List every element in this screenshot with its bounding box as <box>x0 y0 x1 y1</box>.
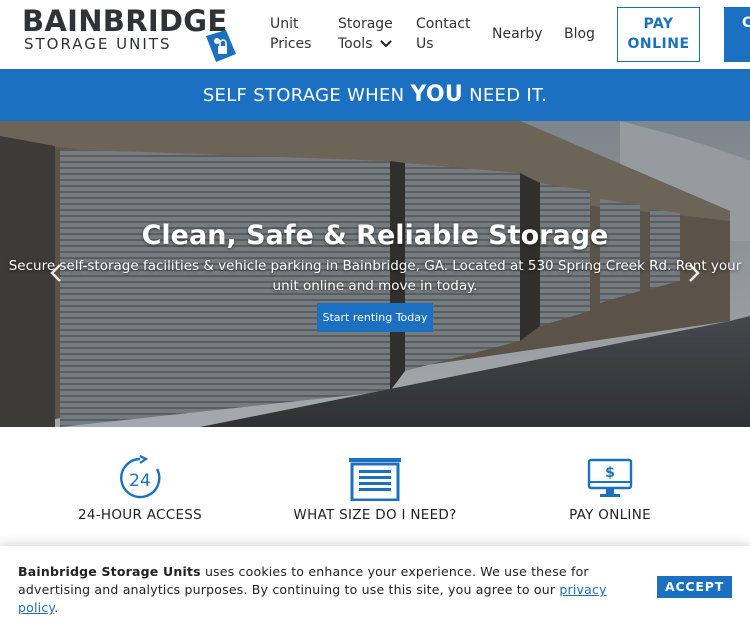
feature-pay-online[interactable]: $ PAY ONLINE <box>490 455 730 523</box>
clock-24-icon: 24 <box>120 455 161 499</box>
site-header: BAINBRIDGE STORAGE UNITS Unit Prices Sto… <box>0 0 750 69</box>
banner-emphasis: YOU <box>410 82 464 107</box>
banner-text-after: NEED IT. <box>463 85 548 106</box>
header-cta-button[interactable]: C U <box>724 7 750 62</box>
cookie-brand-name: Bainbridge Storage Units <box>18 564 201 579</box>
nav-blog[interactable]: Blog <box>564 24 595 44</box>
hero-slider: Clean, Safe & Reliable Storage Secure se… <box>0 121 750 427</box>
site-logo[interactable]: BAINBRIDGE STORAGE UNITS <box>22 6 250 62</box>
tagline-banner: SELF STORAGE WHEN YOU NEED IT. <box>0 69 750 121</box>
monitor-dollar-icon: $ <box>587 458 633 497</box>
hero-title: Clean, Safe & Reliable Storage <box>141 220 609 251</box>
nav-storage-tools[interactable]: Storage Tools <box>338 14 408 54</box>
cookie-message: Bainbridge Storage Units uses cookies to… <box>18 563 643 617</box>
pay-online-button[interactable]: PAY ONLINE <box>617 7 700 62</box>
feature-label: PAY ONLINE <box>569 507 651 523</box>
feature-label: 24-HOUR ACCESS <box>77 507 203 523</box>
feature-24-hour-access[interactable]: 24 24-HOUR ACCESS <box>20 455 260 523</box>
cookie-end-text: . <box>54 600 59 615</box>
chevron-down-icon <box>380 40 392 48</box>
accept-cookies-button[interactable]: ACCEPT <box>657 576 732 598</box>
logo-wordmark: BAINBRIDGE <box>22 4 228 38</box>
storage-door-icon <box>349 458 401 501</box>
carousel-prev-arrow-icon[interactable] <box>50 263 62 283</box>
cookie-consent-bar: Bainbridge Storage Units uses cookies to… <box>0 546 750 628</box>
carousel-next-arrow-icon[interactable] <box>688 263 700 283</box>
start-renting-button[interactable]: Start renting Today <box>317 303 433 332</box>
feature-what-size[interactable]: WHAT SIZE DO I NEED? <box>255 455 495 523</box>
nav-contact-us[interactable]: Contact Us <box>416 14 486 54</box>
monitor-dollar-icon-text: $ <box>605 465 615 481</box>
banner-text-before: SELF STORAGE WHEN <box>202 85 411 106</box>
feature-label: WHAT SIZE DO I NEED? <box>293 507 457 523</box>
nav-nearby[interactable]: Nearby <box>492 24 543 44</box>
logo-subtitle: STORAGE UNITS <box>24 35 172 53</box>
lock-tag-icon <box>206 30 236 62</box>
hero-subtitle: Secure self-storage facilities & vehicle… <box>8 258 742 294</box>
clock-24-icon-text: 24 <box>129 471 151 491</box>
nav-unit-prices[interactable]: Unit Prices <box>270 14 330 54</box>
